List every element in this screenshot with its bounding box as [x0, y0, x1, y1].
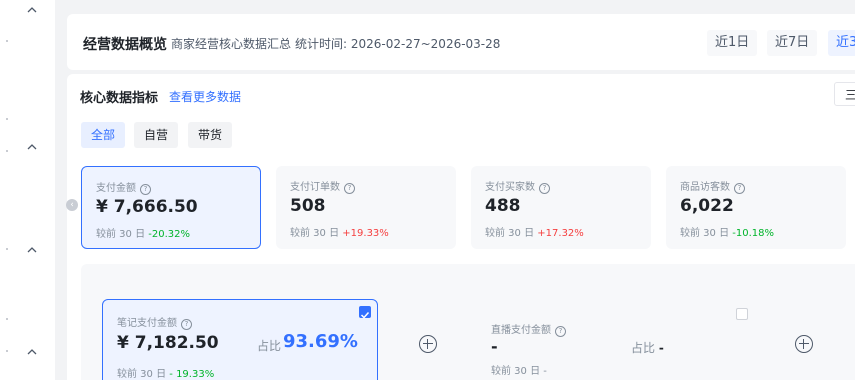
metric-value: 6,022	[680, 196, 734, 216]
live-pay-compare: 较前 30 日 -	[491, 366, 547, 377]
section-title: 核心数据指标	[80, 91, 159, 106]
metric-label: 支付订单数?	[290, 178, 355, 194]
metric-change: +19.33%	[342, 228, 389, 239]
note-pay-compare: 较前 30 日 - 19.33%	[117, 369, 215, 380]
range-button-7d[interactable]: 近7日	[767, 30, 818, 56]
segment-self-operated[interactable]: 自营	[134, 122, 179, 148]
note-pay-share-label: 占比	[257, 339, 282, 353]
page-title: 经营数据概览	[83, 37, 167, 53]
metric-value: 488	[485, 196, 521, 216]
question-circle-icon[interactable]: ?	[555, 326, 566, 337]
metric-change: -10.18%	[732, 228, 775, 239]
chevron-up-icon[interactable]	[26, 346, 38, 358]
question-circle-icon[interactable]: ?	[539, 183, 550, 194]
overview-header: 经营数据概览 商家经营核心数据汇总 统计时间: 2026-02-27~2026-…	[67, 14, 855, 70]
question-circle-icon[interactable]: ?	[734, 183, 745, 194]
metric-label: 商品访客数?	[680, 178, 745, 194]
live-pay-label: 直播支付金额?	[491, 321, 566, 337]
metric-card-pay-buyers[interactable]: 支付买家数? 488 较前 30 日 +17.32%	[471, 166, 651, 249]
segment-all[interactable]: 全部	[81, 122, 126, 148]
sidebar-marker	[6, 350, 8, 352]
range-button-1d[interactable]: 近1日	[707, 30, 758, 56]
metric-value: ¥ 7,666.50	[96, 197, 198, 217]
metric-change: +17.32%	[537, 228, 584, 239]
metric-value: 508	[290, 196, 326, 216]
sidebar-marker	[6, 40, 8, 42]
question-circle-icon[interactable]: ?	[181, 319, 192, 330]
sidebar-marker	[6, 150, 8, 152]
metric-label: 支付买家数?	[485, 178, 550, 194]
metric-card-product-visitors[interactable]: 商品访客数? 6,022 较前 30 日 -10.18%	[666, 166, 846, 249]
sidebar-marker	[6, 318, 8, 320]
page: 经营数据概览 商家经营核心数据汇总 统计时间: 2026-02-27~2026-…	[0, 0, 855, 380]
question-circle-icon[interactable]: ?	[344, 183, 355, 194]
metric-compare: 较前 30 日 -10.18%	[680, 228, 775, 239]
page-subtitle: 商家经营核心数据汇总	[171, 37, 292, 51]
metric-compare: 较前 30 日 +17.32%	[485, 228, 584, 239]
note-pay-label: 笔记支付金额?	[117, 314, 192, 330]
note-pay-change: - 19.33%	[169, 369, 215, 380]
stat-time-label: 统计时间:	[295, 37, 348, 51]
checkbox-empty-icon[interactable]	[736, 308, 748, 320]
metric-card-pay-orders[interactable]: 支付订单数? 508 较前 30 日 +19.33%	[276, 166, 456, 249]
chevron-up-icon[interactable]	[26, 4, 38, 16]
note-pay-share-value: 93.69%	[283, 331, 358, 352]
stat-time-value: 2026-02-27~2026-03-28	[350, 37, 501, 51]
metric-change: -20.32%	[148, 229, 191, 240]
segment-affiliate[interactable]: 带货	[188, 122, 233, 148]
core-metrics-card: 核心数据指标 查看更多数据 三 全部 自营 带货 ‹ 支付金额? ¥ 7,666…	[66, 74, 855, 380]
note-pay-value: ¥ 7,182.50	[117, 333, 219, 353]
sidebar-marker	[6, 118, 8, 120]
note-pay-card[interactable]: 笔记支付金额? ¥ 7,182.50 占比 93.69% 较前 30 日 - 1…	[102, 299, 378, 380]
metric-compare: 较前 30 日 +19.33%	[290, 228, 389, 239]
live-pay-value: -	[491, 337, 498, 356]
checkbox-checked-icon[interactable]	[359, 306, 371, 319]
live-pay-share: 占比 -	[631, 341, 664, 355]
chevron-left-icon[interactable]: ‹	[66, 199, 78, 211]
plus-circle-icon[interactable]	[419, 335, 437, 353]
range-button-30d[interactable]: 近3	[828, 30, 855, 56]
left-sidebar-strip	[0, 0, 55, 380]
question-circle-icon[interactable]: ?	[140, 184, 151, 195]
stat-time: 统计时间: 2026-02-27~2026-03-28	[295, 35, 500, 52]
live-pay-change: -	[543, 366, 547, 377]
metric-compare: 较前 30 日 -20.32%	[96, 229, 191, 240]
plus-circle-icon[interactable]	[795, 335, 813, 353]
metric-card-pay-amount[interactable]: 支付金额? ¥ 7,666.50 较前 30 日 -20.32%	[81, 166, 261, 249]
more-data-link[interactable]: 查看更多数据	[169, 88, 241, 105]
pay-amount-breakdown: 笔记支付金额? ¥ 7,182.50 占比 93.69% 较前 30 日 - 1…	[81, 264, 855, 380]
chevron-up-icon[interactable]	[26, 141, 38, 153]
more-options-button[interactable]: 三	[834, 82, 855, 106]
metric-label: 支付金额?	[96, 179, 151, 195]
sidebar-marker	[6, 248, 8, 250]
chevron-up-icon[interactable]	[26, 244, 38, 256]
